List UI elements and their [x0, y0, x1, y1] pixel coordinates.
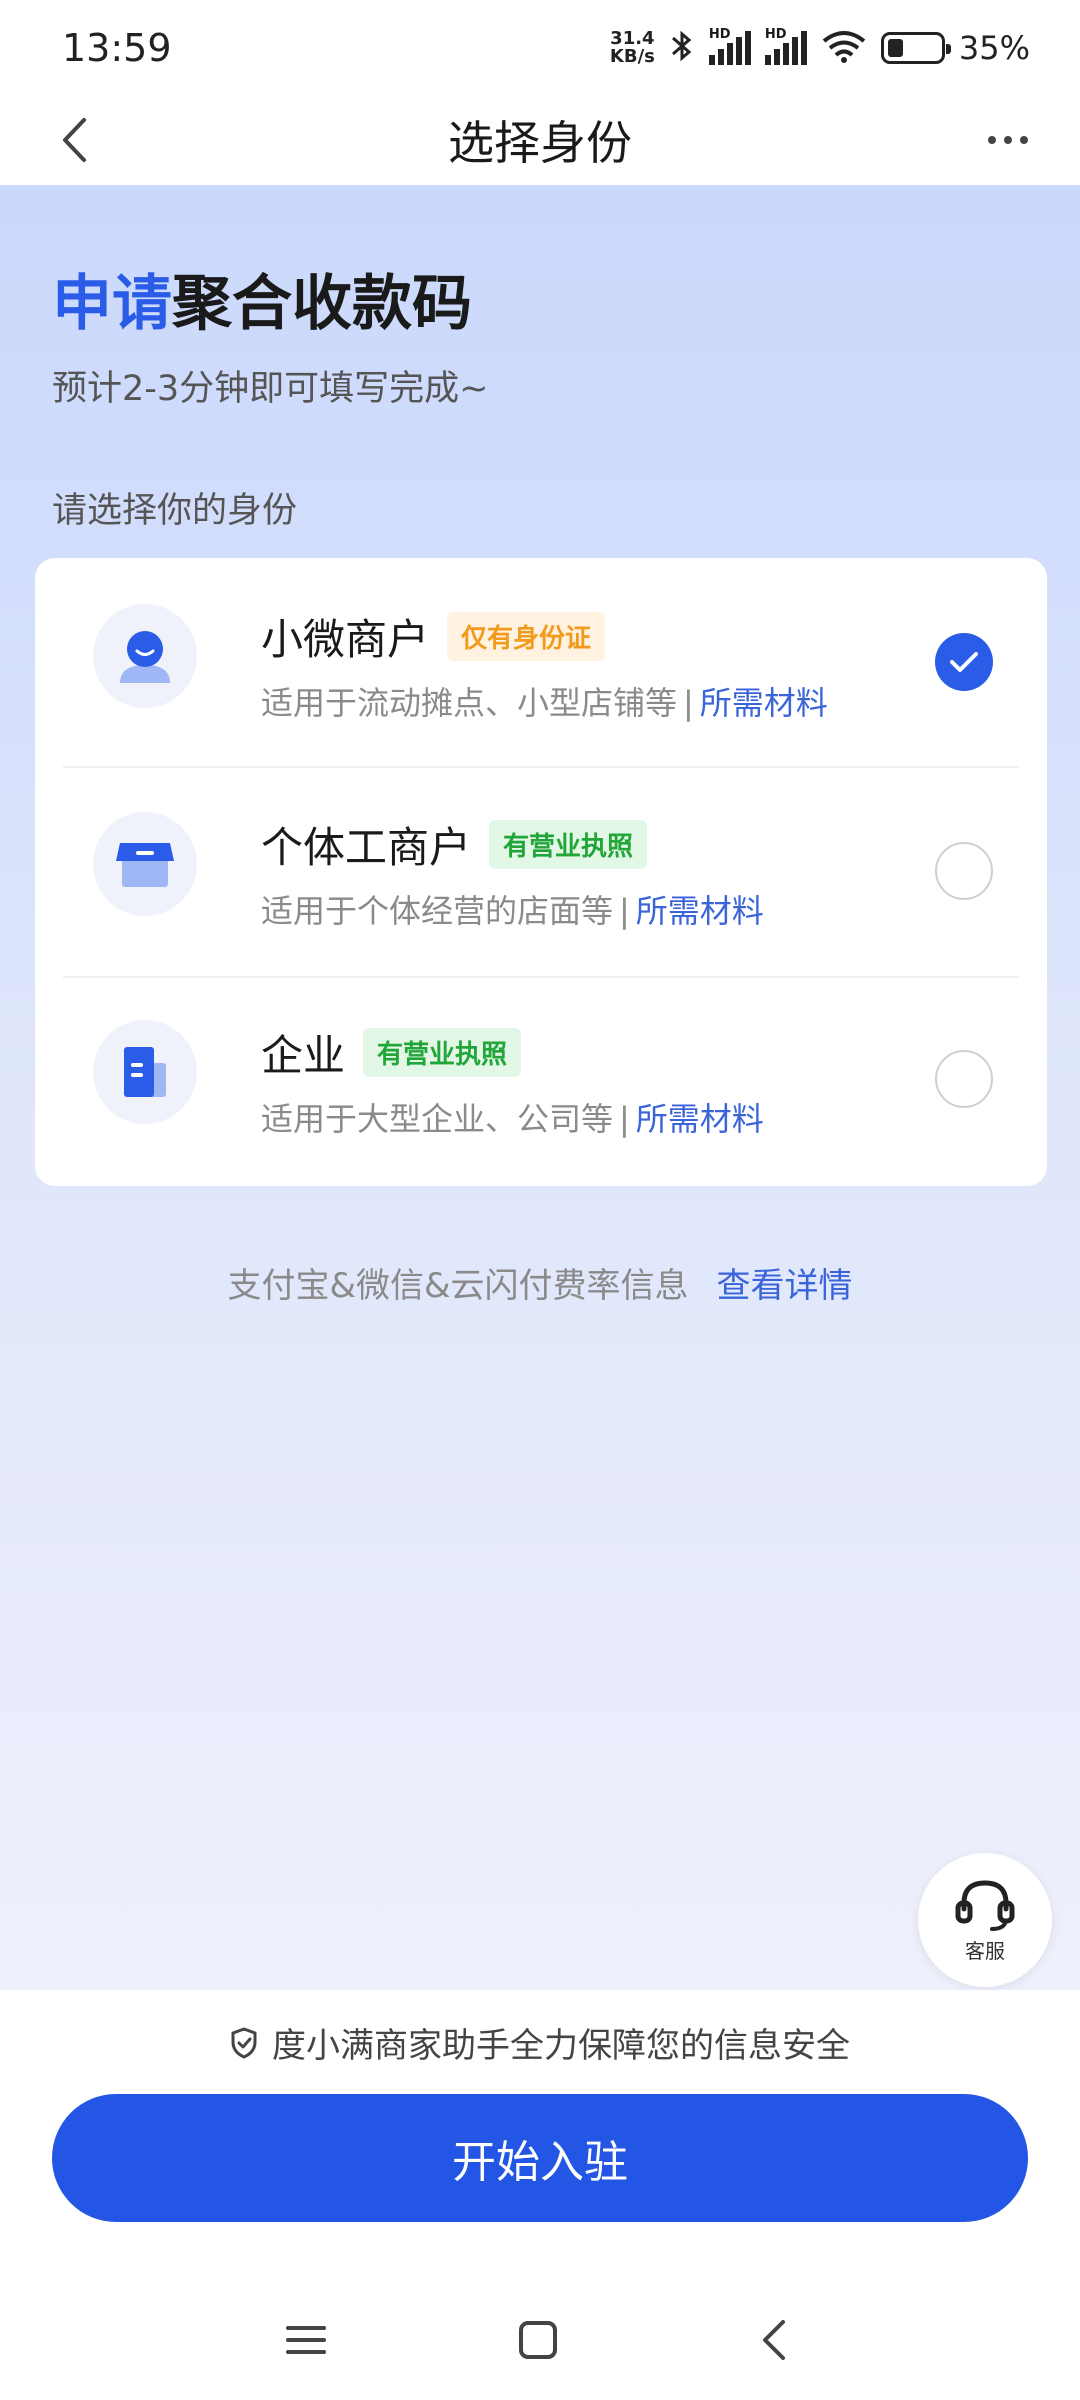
security-notice: 度小满商家助手全力保障您的信息安全: [0, 2018, 1080, 2067]
radio-unselected[interactable]: [935, 1050, 993, 1108]
status-icons: 31.4 KB/s HD HD 35%: [609, 27, 1030, 67]
page-title: 选择身份: [448, 116, 632, 170]
shop-icon: [93, 812, 197, 916]
system-back-button[interactable]: [744, 2310, 804, 2370]
option-title: 小微商户 仅有身份证: [261, 606, 606, 667]
view-details-link[interactable]: 查看详情: [717, 1266, 853, 1306]
status-bar: 13:59 31.4 KB/s HD HD 35%: [0, 0, 1080, 95]
customer-service-button[interactable]: 客服: [918, 1853, 1052, 1987]
wifi-icon: [821, 29, 867, 67]
start-button[interactable]: 开始入驻: [52, 2094, 1028, 2222]
status-time: 13:59: [62, 25, 172, 70]
more-horizontal-icon: [988, 136, 996, 144]
menu-button[interactable]: [276, 2310, 336, 2370]
required-materials-link[interactable]: 所需材料: [700, 684, 828, 722]
option-micro-merchant[interactable]: 小微商户 仅有身份证 适用于流动摊点、小型店铺等 | 所需材料: [63, 558, 1019, 767]
chevron-left-icon: [763, 2320, 785, 2360]
shield-check-icon: [231, 2027, 257, 2058]
nav-bar: 选择身份: [0, 95, 1080, 185]
rate-info: 支付宝&微信&云闪付费率信息 查看详情: [227, 1266, 853, 1306]
subtitle: 预计2-3分钟即可填写完成~: [52, 369, 489, 409]
headline: 申请聚合收款码: [52, 269, 472, 339]
check-icon: [950, 652, 978, 672]
status-badge: 仅有身份证: [447, 612, 606, 661]
section-label: 请选择你的身份: [52, 491, 298, 531]
chevron-left-icon: [63, 118, 86, 162]
option-desc: 适用于流动摊点、小型店铺等 | 所需材料: [261, 684, 828, 722]
signal-icon: HD: [708, 27, 751, 65]
menu-icon: [286, 2326, 326, 2354]
customer-service-label: 客服: [965, 1938, 1005, 1963]
status-badge: 有营业执照: [363, 1028, 522, 1077]
more-button[interactable]: [976, 110, 1040, 170]
option-title: 个体工商户 有营业执照: [261, 814, 648, 875]
battery-percent: 35%: [958, 28, 1030, 67]
option-desc: 适用于个体经营的店面等 | 所需材料: [261, 892, 764, 930]
radio-selected[interactable]: [935, 633, 993, 691]
option-enterprise[interactable]: 企业 有营业执照 适用于大型企业、公司等 | 所需材料: [63, 978, 1019, 1187]
status-badge: 有营业执照: [489, 820, 648, 869]
system-nav-bar: [0, 2300, 1080, 2380]
building-icon: [93, 1020, 197, 1124]
signal-icon: HD: [764, 27, 807, 65]
identity-card: 小微商户 仅有身份证 适用于流动摊点、小型店铺等 | 所需材料 个体工商户 有营业执…: [35, 558, 1047, 1186]
option-individual-business[interactable]: 个体工商户 有营业执照 适用于个体经营的店面等 | 所需材料: [63, 768, 1019, 977]
headset-icon: [955, 1879, 1015, 1931]
home-button[interactable]: [508, 2310, 568, 2370]
option-title: 企业 有营业执照: [261, 1022, 522, 1083]
person-icon: [93, 604, 197, 708]
bluetooth-icon: [669, 29, 695, 67]
required-materials-link[interactable]: 所需材料: [636, 1100, 764, 1138]
network-speed: 31.4 KB/s: [609, 27, 655, 67]
option-desc: 适用于大型企业、公司等 | 所需材料: [261, 1100, 764, 1138]
radio-unselected[interactable]: [935, 842, 993, 900]
required-materials-link[interactable]: 所需材料: [636, 892, 764, 930]
battery-icon: [880, 31, 951, 64]
back-button[interactable]: [44, 110, 104, 170]
home-square-icon: [519, 2321, 557, 2359]
